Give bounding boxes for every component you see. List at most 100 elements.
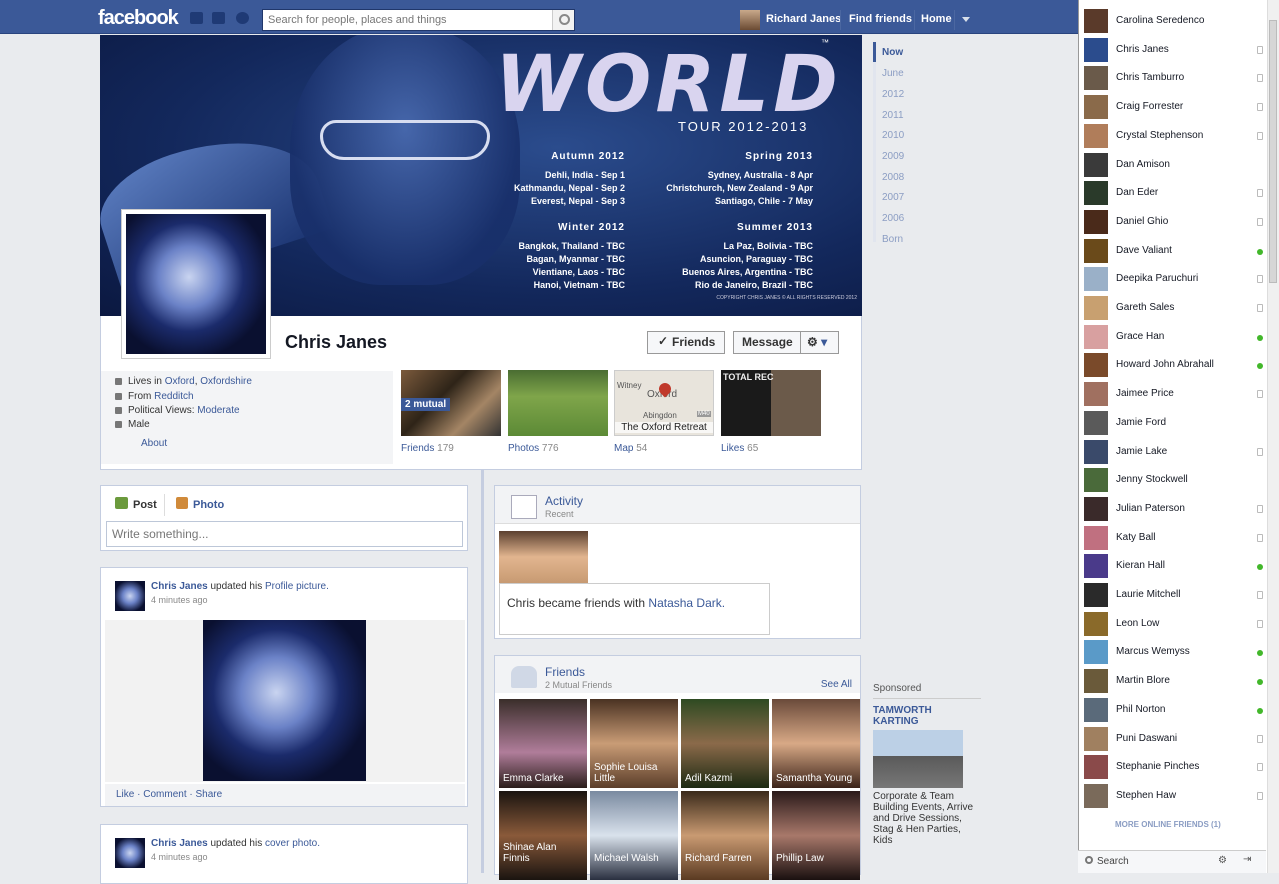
chat-friend-item[interactable]: Dan Amison xyxy=(1084,152,1269,179)
user-avatar[interactable] xyxy=(740,10,760,30)
friends-title[interactable]: Friends xyxy=(545,665,585,679)
notifications-icon[interactable] xyxy=(236,12,249,24)
account-menu-chevron-down-icon[interactable] xyxy=(962,17,970,26)
from-link[interactable]: Redditch xyxy=(154,391,193,402)
avatar[interactable] xyxy=(115,581,145,611)
see-all-link[interactable]: See All xyxy=(821,679,852,690)
friend-tile[interactable]: Michael Walsh xyxy=(590,791,678,880)
chat-friend-item[interactable]: Jenny Stockwell xyxy=(1084,468,1269,494)
year-born[interactable]: Born xyxy=(882,234,903,245)
friends-tile-label[interactable]: Friends 179 xyxy=(401,443,454,454)
home-link[interactable]: Home xyxy=(921,0,952,34)
chat-friend-item[interactable]: Deepika Paruchuri xyxy=(1084,267,1269,293)
comment-link[interactable]: Comment xyxy=(143,789,186,800)
profile-name[interactable]: Chris Janes xyxy=(285,332,387,353)
share-link[interactable]: Share xyxy=(196,789,223,800)
chat-friend-item[interactable]: Kieran Hall xyxy=(1084,554,1269,580)
activity-photo[interactable] xyxy=(499,531,588,583)
friend-tile[interactable]: Samantha Young xyxy=(772,699,860,788)
friend-tile[interactable]: Sophie Louisa Little xyxy=(590,699,678,788)
pop-out-icon[interactable]: ⇥ xyxy=(1243,854,1251,865)
map-tile-label[interactable]: Map 54 xyxy=(614,443,647,454)
chat-friend-item[interactable]: Chris Janes xyxy=(1084,37,1269,64)
chat-friend-item[interactable]: Dan Eder xyxy=(1084,181,1269,207)
year-2010[interactable]: 2010 xyxy=(882,130,904,141)
timestamp[interactable]: 4 minutes ago xyxy=(151,595,208,605)
likes-tile-label[interactable]: Likes 65 xyxy=(721,443,758,454)
ad-title[interactable]: TAMWORTH KARTING xyxy=(873,705,963,727)
friends-tile[interactable]: 2 mutual xyxy=(401,370,501,436)
friends-button[interactable]: ✓ Friends xyxy=(647,331,725,354)
map-tile[interactable]: Witney Oxford Abingdon M40 The Oxford Re… xyxy=(614,370,714,436)
search-input[interactable]: Search for people, places and things xyxy=(262,9,575,31)
lives-city-link[interactable]: Oxford xyxy=(165,376,195,387)
chat-friend-item[interactable]: Grace Han xyxy=(1084,324,1269,351)
object-link[interactable]: cover photo. xyxy=(265,838,320,849)
gear-icon[interactable]: ⚙ xyxy=(1218,855,1227,866)
friend-tile[interactable]: Phillip Law xyxy=(772,791,860,880)
scrollbar-thumb[interactable] xyxy=(1269,20,1277,283)
chat-friend-item[interactable]: Crystal Stephenson xyxy=(1084,123,1269,150)
chat-friend-item[interactable]: Gareth Sales xyxy=(1084,296,1269,322)
like-link[interactable]: Like xyxy=(116,789,134,800)
chat-friend-item[interactable]: Jamie Lake xyxy=(1084,439,1269,466)
friend-tile[interactable]: Adil Kazmi xyxy=(681,699,769,788)
chat-friend-item[interactable]: Carolina Seredenco xyxy=(1084,9,1269,35)
settings-gear-dropdown[interactable]: ⚙ ▾ xyxy=(800,331,839,354)
facebook-logo[interactable]: facebook xyxy=(98,7,179,30)
chat-friend-item[interactable]: Jaimee Price xyxy=(1084,382,1269,408)
chat-friend-item[interactable]: Chris Tamburro xyxy=(1084,66,1269,92)
friend-tile[interactable]: Shinae Alan Finnis xyxy=(499,791,587,880)
year-2006[interactable]: 2006 xyxy=(882,213,904,224)
chat-friend-item[interactable]: Martin Blore xyxy=(1084,669,1269,695)
about-link[interactable]: About xyxy=(141,438,167,449)
photo-tab[interactable]: Photo xyxy=(193,499,224,511)
post-tab[interactable]: Post xyxy=(133,499,157,511)
photos-tile-label[interactable]: Photos 776 xyxy=(508,443,559,454)
chat-friend-item[interactable]: Marcus Wemyss xyxy=(1084,640,1269,666)
find-friends-link[interactable]: Find friends xyxy=(849,0,912,34)
object-link[interactable]: Profile picture. xyxy=(265,581,329,592)
story-photo[interactable] xyxy=(203,620,366,781)
profile-picture[interactable] xyxy=(121,209,271,359)
year-june[interactable]: June xyxy=(882,68,904,79)
likes-tile[interactable]: TOTAL REC xyxy=(721,370,821,436)
chat-friend-item[interactable]: Jamie Ford xyxy=(1084,410,1269,437)
chat-friend-item[interactable]: Howard John Abrahall xyxy=(1084,353,1269,379)
chat-friend-item[interactable]: Katy Ball xyxy=(1084,525,1269,552)
chat-friend-item[interactable]: Daniel Ghio xyxy=(1084,209,1269,236)
search-icon[interactable] xyxy=(552,10,574,30)
chat-friend-item[interactable]: Julian Paterson xyxy=(1084,496,1269,523)
year-2007[interactable]: 2007 xyxy=(882,192,904,203)
friend-link[interactable]: Natasha Dark. xyxy=(648,596,725,610)
message-button[interactable]: Message xyxy=(733,331,803,354)
status-input[interactable]: Write something... xyxy=(106,521,463,547)
chat-friend-item[interactable]: Phil Norton xyxy=(1084,697,1269,724)
year-2012[interactable]: 2012 xyxy=(882,89,904,100)
ad-image[interactable] xyxy=(873,730,963,788)
user-profile-link[interactable]: Richard Janes xyxy=(766,0,841,34)
chat-friend-item[interactable]: Leon Low xyxy=(1084,611,1269,638)
author-link[interactable]: Chris Janes xyxy=(151,581,208,592)
activity-title[interactable]: Activity xyxy=(545,494,583,508)
chat-friend-item[interactable]: Dave Valiant xyxy=(1084,238,1269,265)
messages-icon[interactable] xyxy=(212,12,225,24)
year-now[interactable]: Now xyxy=(882,47,903,58)
friend-tile[interactable]: Emma Clarke xyxy=(499,699,587,788)
author-link[interactable]: Chris Janes xyxy=(151,838,208,849)
chat-friend-item[interactable]: Stephen Haw xyxy=(1084,783,1269,810)
year-2011[interactable]: 2011 xyxy=(882,110,904,121)
chat-search-input[interactable]: Search xyxy=(1097,856,1129,867)
avatar[interactable] xyxy=(115,838,145,868)
year-2009[interactable]: 2009 xyxy=(882,151,904,162)
chat-friend-item[interactable]: Stephanie Pinches xyxy=(1084,755,1269,781)
lives-region-link[interactable]: Oxfordshire xyxy=(200,376,252,387)
chat-friend-item[interactable]: Craig Forrester xyxy=(1084,95,1269,121)
more-online-friends[interactable]: MORE ONLINE FRIENDS (1) xyxy=(1115,820,1221,829)
chat-friend-item[interactable]: Laurie Mitchell xyxy=(1084,583,1269,609)
chat-friend-item[interactable]: Puni Daswani xyxy=(1084,726,1269,753)
friend-requests-icon[interactable] xyxy=(190,12,203,24)
photos-tile[interactable] xyxy=(508,370,608,436)
friend-tile[interactable]: Richard Farren xyxy=(681,791,769,880)
chat-scrollbar[interactable] xyxy=(1267,0,1279,873)
